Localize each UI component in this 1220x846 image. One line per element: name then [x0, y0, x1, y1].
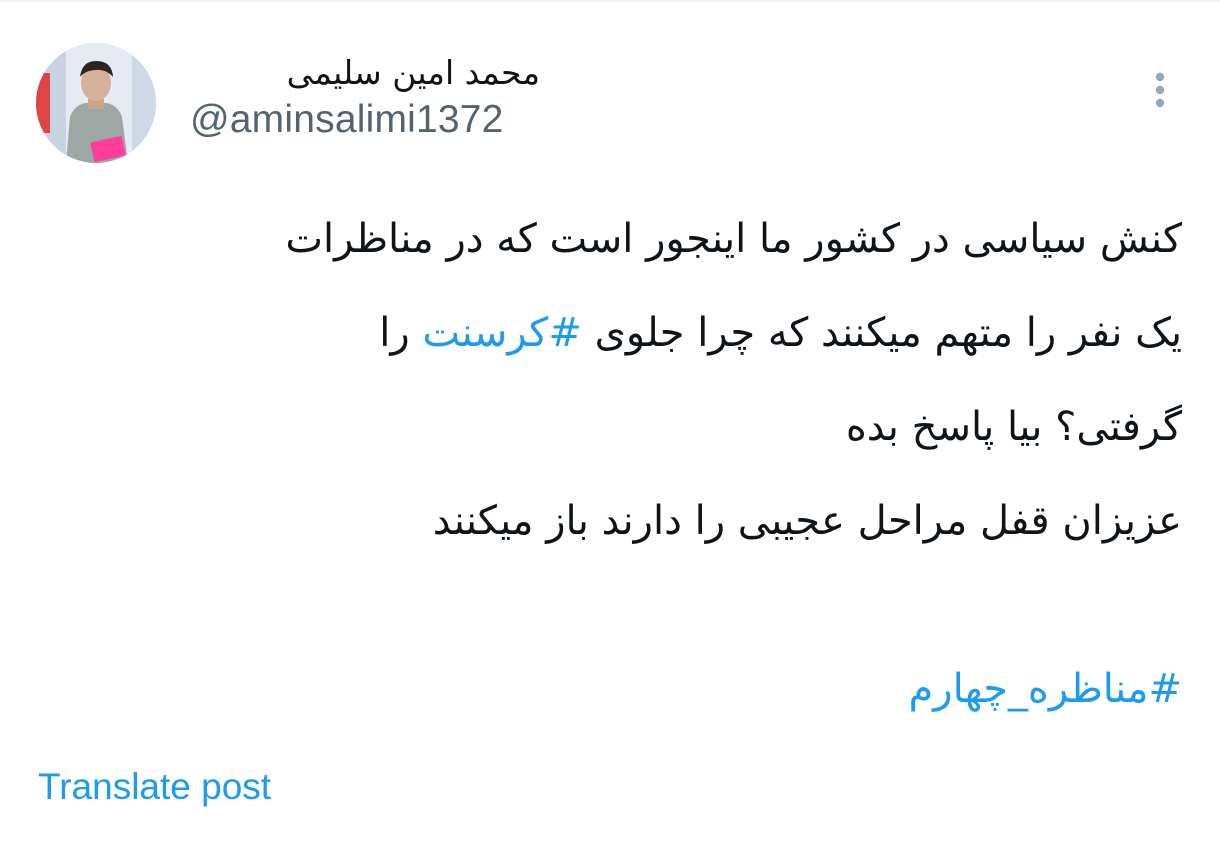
translate-post-link[interactable]: Translate post [38, 764, 271, 810]
avatar[interactable] [36, 43, 156, 163]
divider [0, 0, 1220, 2]
profile-photo-icon [36, 43, 156, 163]
more-options-button[interactable] [1138, 62, 1182, 118]
hashtag-link-cresent[interactable]: #کرسنت [422, 310, 582, 356]
tweet-line: عزیزان قفل مراحل عجیبی را دارند باز میکن… [432, 498, 1182, 544]
tweet-line-text: را [379, 310, 423, 356]
tweet-line: گرفتی؟ بیا پاسخ بده [845, 404, 1182, 450]
author-display-name[interactable]: محمد امین سلیمی [190, 50, 540, 96]
tweet-line: یک نفر را متهم میکنند که چرا جلوی #کرسنت… [32, 286, 1182, 380]
tweet-hashtag-line: #مناظره_چهارم [909, 642, 1183, 736]
author-handle[interactable]: @aminsalimi1372 [190, 96, 610, 144]
tweet-line-text: یک نفر را متهم میکنند که چرا جلوی [581, 310, 1182, 356]
hashtag-link-debate[interactable]: #مناظره_چهارم [909, 666, 1183, 712]
tweet-text: کنش سیاسی در کشور ما اینجور است که در من… [32, 192, 1182, 568]
more-vertical-icon [1155, 72, 1165, 108]
tweet-line: کنش سیاسی در کشور ما اینجور است که در من… [285, 216, 1182, 262]
author-block: محمد امین سلیمی @aminsalimi1372 [190, 50, 610, 144]
tweet-card: محمد امین سلیمی @aminsalimi1372 کنش سیاس… [0, 0, 1220, 846]
